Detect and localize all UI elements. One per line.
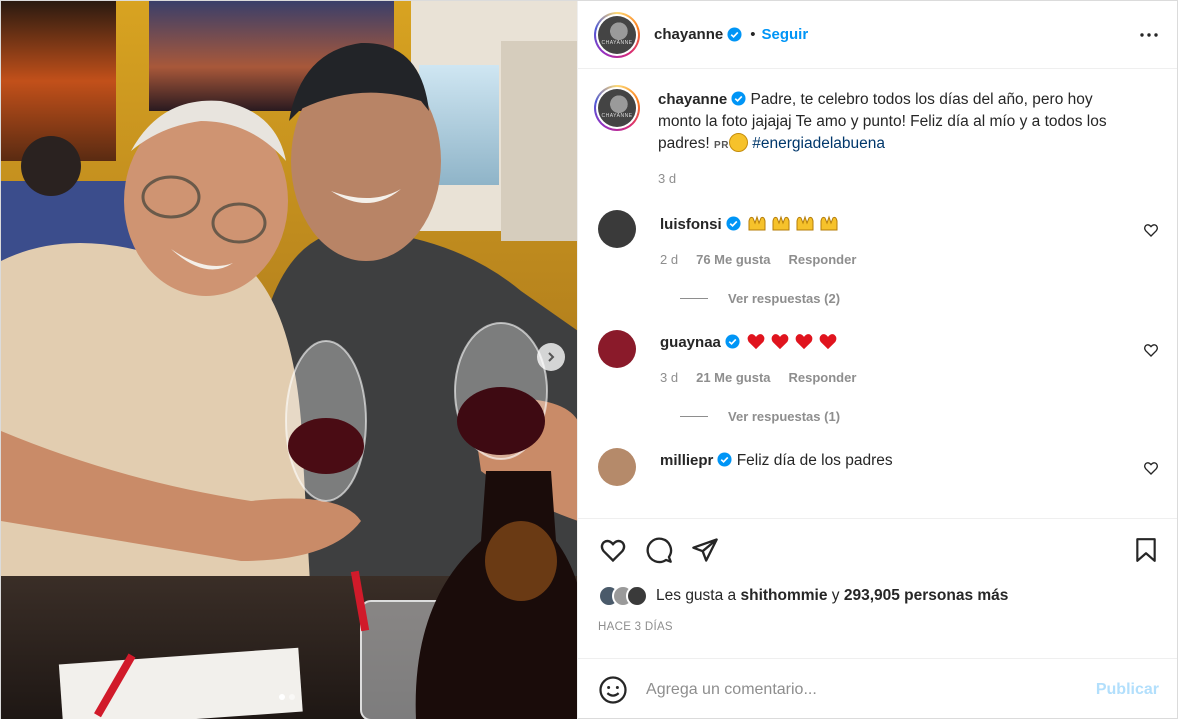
more-options-button[interactable] <box>1137 23 1161 47</box>
post-actions: Les gusta a shithommie y 293,905 persona… <box>578 518 1177 658</box>
comments-list[interactable]: CHAYANNE chayanne Padre, te celebro todo… <box>578 69 1177 518</box>
heart-icon <box>600 539 626 563</box>
verified-badge-icon <box>726 216 741 231</box>
avatar-text: CHAYANNE <box>601 39 633 46</box>
comment-item: milliepr Feliz día de los padres <box>594 448 1161 486</box>
publish-button[interactable]: Publicar <box>1096 681 1159 699</box>
avatar-text: CHAYANNE <box>601 113 633 119</box>
author-avatar[interactable]: CHAYANNE <box>594 11 641 58</box>
comment-time[interactable]: 3 d <box>660 370 678 385</box>
comment-like-heart-icon[interactable] <box>1143 342 1159 358</box>
comment-likes[interactable]: 76 Me gusta <box>696 252 770 267</box>
post-caption: CHAYANNE chayanne Padre, te celebro todo… <box>594 85 1161 157</box>
comment-bubble-icon <box>646 537 673 564</box>
comment-likes[interactable]: 21 Me gusta <box>696 370 770 385</box>
comment-item: guaynaa 3 d 21 Me gusta Responder <box>594 330 1161 385</box>
red-heart-icon <box>771 334 789 350</box>
post-timestamp[interactable]: HACE 3 DÍAS <box>594 621 1161 633</box>
comment-like-heart-icon[interactable] <box>1143 222 1159 238</box>
add-comment-bar: Publicar <box>578 658 1177 719</box>
verified-badge-icon <box>717 452 732 467</box>
like-button[interactable] <box>598 535 628 565</box>
post-photo[interactable] <box>1 1 578 719</box>
verified-badge-icon <box>731 91 746 106</box>
caption-hashtag[interactable]: #energiadelabuena <box>752 135 885 152</box>
carousel-dot <box>289 694 295 700</box>
comment-text: luisfonsi <box>660 212 1120 236</box>
caption-text: chayanne Padre, te celebro todos los día… <box>658 85 1138 157</box>
likes-conjunction: y <box>831 587 840 604</box>
reply-button[interactable]: Responder <box>789 370 857 385</box>
reply-button[interactable]: Responder <box>789 252 857 267</box>
raising-hands-icon <box>796 215 814 231</box>
caption-timestamp[interactable]: 3 d <box>658 171 1161 186</box>
comment-meta: 2 d 76 Me gusta Responder <box>660 252 1120 267</box>
likes-count[interactable]: 293,905 personas más <box>844 587 1009 605</box>
view-replies-button[interactable]: Ver respuestas (2) <box>680 291 1161 306</box>
comment-item: luisfonsi 2 d 76 Me gusta Responder <box>594 210 1161 267</box>
share-button[interactable] <box>690 535 720 565</box>
verified-badge-icon <box>725 334 740 349</box>
comment-input[interactable] <box>646 680 1096 699</box>
post-side-panel: CHAYANNE chayanne • Seguir CHAYANNE chay… <box>577 1 1177 719</box>
next-photo-button[interactable] <box>537 343 565 371</box>
red-heart-icon <box>795 334 813 350</box>
comment-emoji-row <box>746 332 838 350</box>
comment-button[interactable] <box>644 535 674 565</box>
verified-badge-icon <box>727 27 742 42</box>
comment-username[interactable]: milliepr <box>660 452 713 469</box>
more-horizontal-icon <box>1140 32 1158 37</box>
comment-emoji-row <box>747 212 839 232</box>
raising-hands-icon <box>820 215 838 231</box>
liker-avatars <box>598 585 649 607</box>
caption-username[interactable]: chayanne <box>658 91 727 108</box>
instagram-post: CHAYANNE chayanne • Seguir CHAYANNE chay… <box>0 0 1178 719</box>
chevron-right-icon <box>548 352 555 362</box>
bookmark-icon[interactable] <box>1133 537 1159 563</box>
follow-button[interactable]: Seguir <box>761 26 808 43</box>
emoji-picker-icon[interactable] <box>598 675 628 705</box>
comment-body: Feliz día de los padres <box>736 452 893 469</box>
separator-dot: • <box>750 26 756 43</box>
author-username[interactable]: chayanne <box>654 26 723 43</box>
comment-username[interactable]: luisfonsi <box>660 216 722 233</box>
carousel-indicator <box>279 694 295 700</box>
post-header: CHAYANNE chayanne • Seguir <box>578 1 1177 69</box>
view-replies-label: Ver respuestas (1) <box>728 409 841 424</box>
view-replies-button[interactable]: Ver respuestas (1) <box>680 409 1161 424</box>
comment-like-heart-icon[interactable] <box>1143 460 1159 476</box>
comment-avatar[interactable] <box>598 210 637 248</box>
comment-avatar[interactable] <box>598 330 637 368</box>
raising-hands-icon <box>772 215 790 231</box>
likes-prefix: Les gusta a <box>656 587 737 604</box>
paper-plane-icon <box>692 538 718 562</box>
smiling-face-emoji-icon <box>728 133 748 152</box>
raising-hands-icon <box>748 215 766 231</box>
comment-time[interactable]: 2 d <box>660 252 678 267</box>
comment-text: guaynaa <box>660 332 1120 354</box>
carousel-dot-active <box>279 694 285 700</box>
comment-avatar[interactable] <box>598 448 637 486</box>
caption-author-avatar[interactable]: CHAYANNE <box>594 85 641 131</box>
photo-scene <box>1 1 578 719</box>
red-heart-icon <box>819 334 837 350</box>
comment-username[interactable]: guaynaa <box>660 334 721 351</box>
red-heart-icon <box>747 334 765 350</box>
likes-user[interactable]: shithommie <box>740 587 827 605</box>
view-replies-label: Ver respuestas (2) <box>728 291 841 306</box>
comment-meta: 3 d 21 Me gusta Responder <box>660 370 1120 385</box>
caption-pr: PR <box>714 140 729 151</box>
likes-summary: Les gusta a shithommie y 293,905 persona… <box>594 581 1161 611</box>
comment-text: milliepr Feliz día de los padres <box>660 450 1120 472</box>
